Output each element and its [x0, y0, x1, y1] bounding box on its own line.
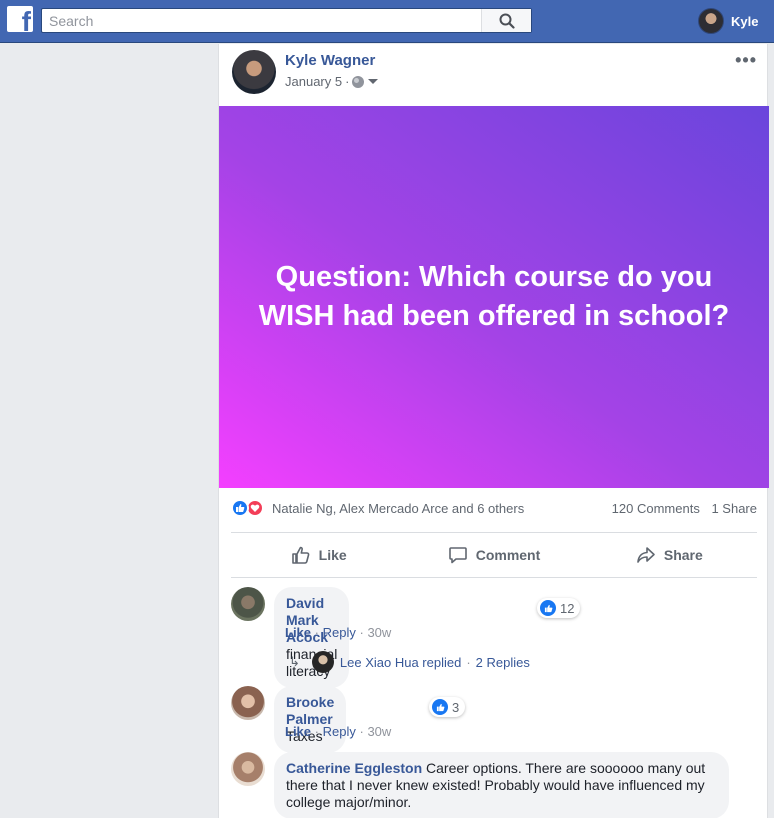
post-meta: January 5 · — [285, 74, 379, 89]
comment-author[interactable]: Catherine Eggleston — [286, 760, 422, 776]
avatar[interactable] — [231, 752, 265, 786]
separator: · — [359, 724, 364, 739]
like-count: 12 — [560, 600, 575, 616]
reply-arrow-icon: ↳ — [289, 654, 300, 669]
replies-count: 2 Replies — [475, 654, 530, 670]
comment-bubble: Brooke Palmer Taxes — [274, 686, 347, 753]
search-box[interactable]: Search — [41, 8, 532, 33]
comment-bubble: Catherine Eggleston Career options. Ther… — [274, 752, 729, 818]
post-author[interactable]: Kyle Wagner — [285, 52, 375, 69]
avatar[interactable] — [231, 686, 265, 720]
comment-time[interactable]: 30w — [367, 625, 391, 640]
globe-icon[interactable] — [352, 75, 365, 88]
comment-meta: Like · Reply · 30w — [285, 724, 391, 739]
comment-label: Comment — [475, 547, 541, 563]
more-options-button[interactable]: ••• — [735, 50, 757, 71]
share-label: Share — [663, 547, 703, 563]
top-navigation-bar: f Search Kyle — [0, 0, 774, 43]
share-icon — [637, 547, 655, 563]
facebook-logo-icon[interactable]: f — [7, 6, 33, 32]
share-button[interactable]: Share — [582, 533, 757, 577]
comment-meta: Like · Reply · 30w — [285, 625, 391, 640]
date-separator: · — [345, 74, 350, 89]
comment-button[interactable]: Comment — [406, 533, 581, 577]
avatar — [311, 651, 334, 673]
replier-text: Lee Xiao Hua replied — [339, 654, 462, 670]
separator: · — [314, 625, 319, 640]
comment-like-link[interactable]: Like — [285, 625, 311, 640]
like-reaction-icon — [231, 499, 249, 517]
separator: · — [359, 625, 364, 640]
like-count: 3 — [452, 699, 460, 715]
author-avatar[interactable] — [232, 50, 276, 94]
like-reaction-icon — [540, 600, 556, 616]
shares-count[interactable]: 1 Share — [711, 501, 757, 516]
avatar — [698, 8, 724, 34]
post-card: Kyle Wagner January 5 · ••• Question: Wh… — [218, 44, 769, 818]
reaction-icons[interactable] — [231, 499, 267, 517]
comment-like-count[interactable]: 3 — [429, 697, 466, 717]
comment-like-count[interactable]: 12 — [537, 598, 581, 618]
engagement-counts: 120 Comments 1 Share — [604, 501, 757, 516]
like-button[interactable]: Like — [231, 533, 406, 577]
post-text: Question: Which course do you WISH had b… — [258, 261, 730, 332]
search-icon — [499, 13, 515, 29]
comment-like-link[interactable]: Like — [285, 724, 311, 739]
chevron-down-icon[interactable] — [368, 79, 379, 84]
like-reaction-icon — [432, 699, 448, 715]
comment-author[interactable]: Brooke Palmer — [286, 694, 334, 727]
like-label: Like — [318, 547, 347, 563]
search-button[interactable] — [481, 9, 531, 32]
profile-name: Kyle — [731, 13, 759, 29]
comment-reply-link[interactable]: Reply — [323, 625, 356, 640]
avatar[interactable] — [231, 587, 265, 621]
search-input[interactable]: Search — [49, 13, 93, 29]
reactions-summary-row: Natalie Ng, Alex Mercado Arce and 6 othe… — [231, 496, 757, 520]
post-date[interactable]: January 5 — [285, 74, 342, 89]
thumbs-up-icon — [291, 546, 310, 564]
post-actions: Like Comment Share — [231, 532, 757, 578]
view-replies-link[interactable]: ↳ Lee Xiao Hua replied · 2 Replies — [289, 651, 530, 673]
comment-icon — [448, 547, 467, 564]
reactors-list[interactable]: Natalie Ng, Alex Mercado Arce and 6 othe… — [272, 501, 524, 516]
comments-count[interactable]: 120 Comments — [612, 501, 700, 516]
separator: · — [314, 724, 319, 739]
post-background-text: Question: Which course do you WISH had b… — [219, 106, 769, 488]
profile-link[interactable]: Kyle — [698, 7, 758, 35]
comment-time[interactable]: 30w — [367, 724, 391, 739]
separator: · — [466, 654, 471, 670]
comment-reply-link[interactable]: Reply — [323, 724, 356, 739]
